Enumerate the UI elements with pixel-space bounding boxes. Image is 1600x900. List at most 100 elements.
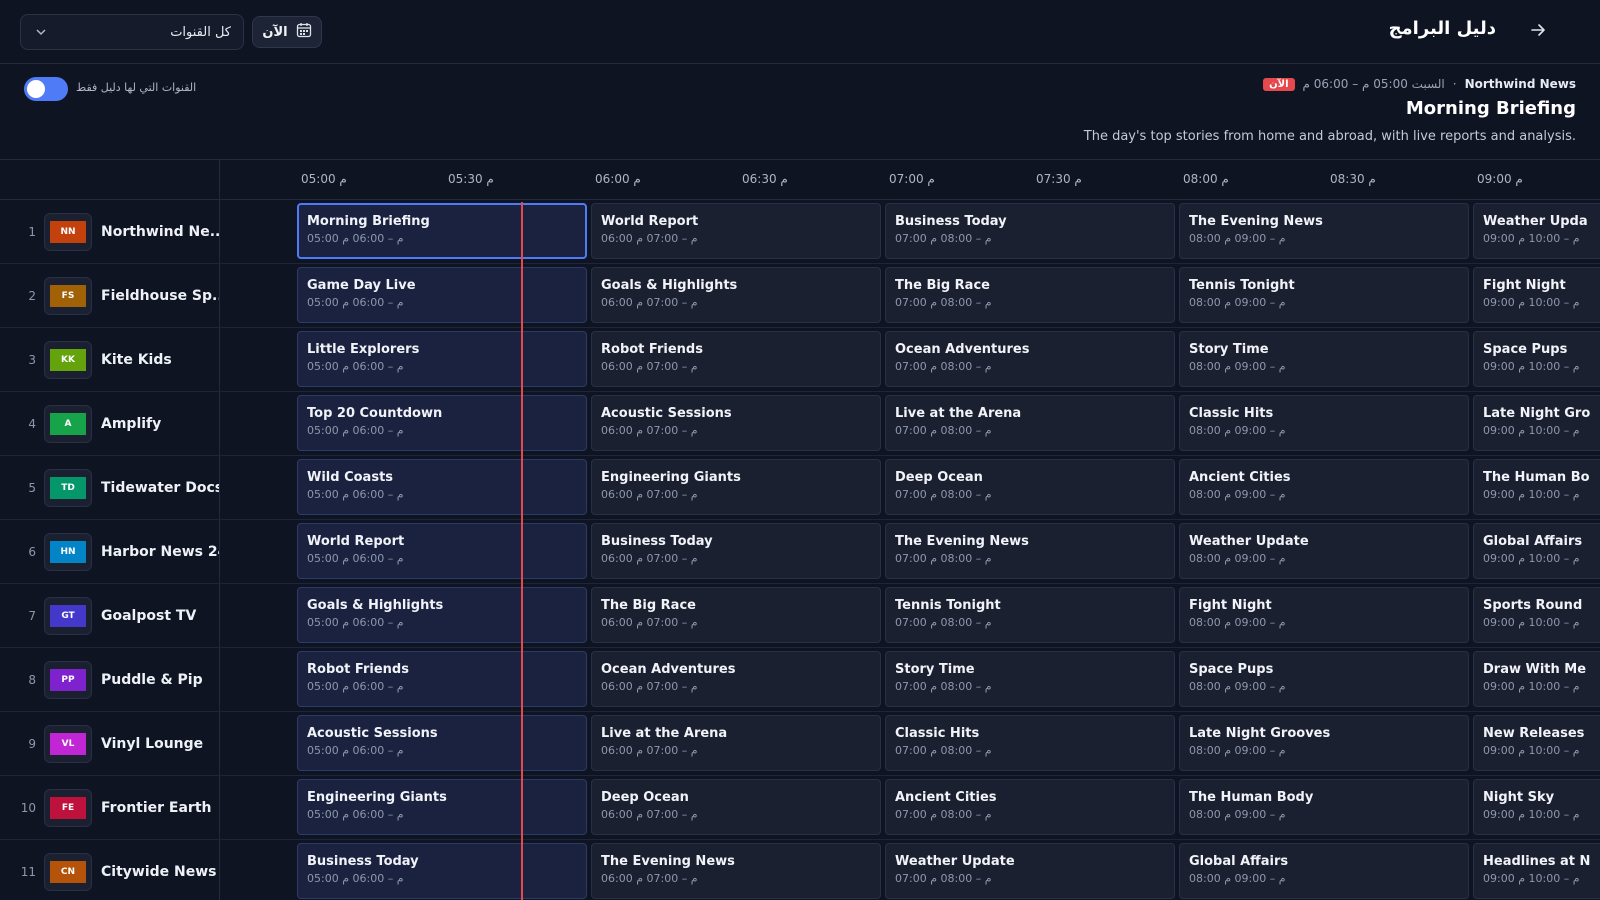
program-cell[interactable]: Weather Update 08:00 م – 09:00 م [1179, 523, 1469, 579]
program-cell[interactable]: Fight Night 08:00 م – 09:00 م [1179, 587, 1469, 643]
program-cell[interactable]: Deep Ocean 07:00 م – 08:00 م [885, 459, 1175, 515]
channel-row[interactable]: 2 FS Fieldhouse Sp... [0, 264, 220, 328]
channel-row[interactable]: 3 KK Kite Kids [0, 328, 220, 392]
program-cell[interactable]: Tennis Tonight 07:00 م – 08:00 م [885, 587, 1175, 643]
program-cell[interactable]: Headlines at N 09:00 م – 10:00 م [1473, 843, 1600, 899]
program-cell[interactable]: Robot Friends 05:00 م – 06:00 م [297, 651, 587, 707]
channel-row[interactable]: 6 HN Harbor News 24 [0, 520, 220, 584]
program-cell[interactable]: Robot Friends 06:00 م – 07:00 م [591, 331, 881, 387]
program-cell[interactable]: Game Day Live 05:00 م – 06:00 م [297, 267, 587, 323]
program-cell-time: 08:00 م – 09:00 م [1189, 552, 1286, 565]
now-button-label: الآن [262, 24, 288, 40]
program-cell[interactable]: Story Time 07:00 م – 08:00 م [885, 651, 1175, 707]
program-cell-title: Goals & Highlights [601, 278, 738, 293]
program-cell[interactable]: Ocean Adventures 07:00 م – 08:00 م [885, 331, 1175, 387]
schedule-row: Engineering Giants 05:00 م – 06:00 م Deep … [220, 776, 1600, 840]
program-cell[interactable]: Space Pups 09:00 م – 10:00 م [1473, 331, 1600, 387]
channel-filter-dropdown[interactable]: كل القنوات [20, 14, 244, 50]
program-cell[interactable]: Acoustic Sessions 06:00 م – 07:00 م [591, 395, 881, 451]
program-cell[interactable]: Ocean Adventures 06:00 م – 07:00 م [591, 651, 881, 707]
schedule-row: Morning Briefing 05:00 م – 06:00 م World R… [220, 200, 1600, 264]
program-cell-time: 05:00 م – 06:00 م [307, 744, 404, 757]
program-cell[interactable]: Business Today 07:00 م – 08:00 م [885, 203, 1175, 259]
program-cell[interactable]: Late Night Grooves 08:00 م – 09:00 م [1179, 715, 1469, 771]
program-cell-time: 09:00 م – 10:00 م [1483, 296, 1580, 309]
channel-row[interactable]: 10 FE Frontier Earth [0, 776, 220, 840]
program-cell[interactable]: Classic Hits 08:00 م – 09:00 م [1179, 395, 1469, 451]
program-cell[interactable]: Engineering Giants 05:00 م – 06:00 م [297, 779, 587, 835]
program-cell[interactable]: Weather Update 07:00 م – 08:00 م [885, 843, 1175, 899]
channel-row[interactable]: 7 GT Goalpost TV [0, 584, 220, 648]
program-cell[interactable]: Sports Round 09:00 م – 10:00 م [1473, 587, 1600, 643]
program-cell[interactable]: Late Night Gro 09:00 م – 10:00 م [1473, 395, 1600, 451]
program-cell[interactable]: The Evening News 07:00 م – 08:00 م [885, 523, 1175, 579]
program-cell[interactable]: Goals & Highlights 05:00 م – 06:00 م [297, 587, 587, 643]
program-cell[interactable]: The Human Bo 09:00 م – 10:00 م [1473, 459, 1600, 515]
program-cell[interactable]: Global Affairs 09:00 م – 10:00 م [1473, 523, 1600, 579]
program-cell[interactable]: Draw With Me 09:00 م – 10:00 م [1473, 651, 1600, 707]
program-cell-title: Ancient Cities [895, 790, 997, 805]
program-cell[interactable]: Acoustic Sessions 05:00 م – 06:00 م [297, 715, 587, 771]
program-cell[interactable]: Business Today 06:00 م – 07:00 م [591, 523, 881, 579]
program-cell[interactable]: Little Explorers 05:00 م – 06:00 م [297, 331, 587, 387]
channel-number: 5 [28, 480, 36, 495]
channel-row[interactable]: 4 A Amplify [0, 392, 220, 456]
program-cell-time: 08:00 م – 09:00 م [1189, 296, 1286, 309]
program-cell[interactable]: Global Affairs 08:00 م – 09:00 م [1179, 843, 1469, 899]
program-cell[interactable]: Weather Upda 09:00 م – 10:00 م [1473, 203, 1600, 259]
program-cell[interactable]: Night Sky 09:00 م – 10:00 م [1473, 779, 1600, 835]
program-title: Morning Briefing [1405, 98, 1576, 119]
program-cell[interactable]: Live at the Arena 07:00 م – 08:00 م [885, 395, 1175, 451]
program-cell-time: 07:00 م – 08:00 م [895, 488, 992, 501]
channel-name: Vinyl Lounge [101, 735, 204, 752]
program-cell[interactable]: Top 20 Countdown 05:00 م – 06:00 م [297, 395, 587, 451]
channel-row[interactable]: 8 PP Puddle & Pip [0, 648, 220, 712]
program-cell[interactable]: The Evening News 08:00 م – 09:00 م [1179, 203, 1469, 259]
program-cell-title: Classic Hits [1189, 406, 1274, 421]
channel-row[interactable]: 11 CN Citywide News [0, 840, 220, 900]
program-cell[interactable]: Morning Briefing 05:00 م – 06:00 م [297, 203, 587, 259]
channel-logo: FS [44, 276, 92, 315]
program-cell[interactable]: Story Time 08:00 م – 09:00 م [1179, 331, 1469, 387]
program-cell[interactable]: New Releases 09:00 م – 10:00 م [1473, 715, 1600, 771]
channel-row[interactable]: 1 NN Northwind Ne... [0, 200, 220, 264]
program-cell[interactable]: Wild Coasts 05:00 م – 06:00 م [297, 459, 587, 515]
program-cell[interactable]: World Report 06:00 م – 07:00 م [591, 203, 881, 259]
program-cell-title: The Big Race [601, 598, 696, 613]
program-cell[interactable]: World Report 05:00 م – 06:00 م [297, 523, 587, 579]
program-cell[interactable]: Classic Hits 07:00 م – 08:00 م [885, 715, 1175, 771]
program-cell-time: 08:00 م – 09:00 م [1189, 488, 1286, 501]
timeline-tick: 08:00 م [1183, 172, 1229, 186]
program-cell-title: The Evening News [895, 534, 1029, 549]
back-button[interactable] [1526, 20, 1550, 44]
current-time-indicator [521, 202, 523, 900]
program-cell[interactable]: Business Today 05:00 م – 06:00 م [297, 843, 587, 899]
channel-row[interactable]: 9 VL Vinyl Lounge [0, 712, 220, 776]
program-cell[interactable]: Space Pups 08:00 م – 09:00 م [1179, 651, 1469, 707]
program-cell-title: The Evening News [601, 854, 735, 869]
program-cell[interactable]: Fight Night 09:00 م – 10:00 م [1473, 267, 1600, 323]
program-cell-time: 06:00 م – 07:00 م [601, 296, 698, 309]
program-cell[interactable]: Ancient Cities 07:00 م – 08:00 م [885, 779, 1175, 835]
program-cell[interactable]: The Big Race 06:00 م – 07:00 م [591, 587, 881, 643]
schedule-row: Little Explorers 05:00 م – 06:00 م Robot F… [220, 328, 1600, 392]
program-cell[interactable]: Live at the Arena 06:00 م – 07:00 م [591, 715, 881, 771]
now-button[interactable]: الآن [252, 16, 322, 48]
timeline-tick: 05:00 م [301, 172, 347, 186]
program-cell[interactable]: Tennis Tonight 08:00 م – 09:00 م [1179, 267, 1469, 323]
program-cell[interactable]: Engineering Giants 06:00 م – 07:00 م [591, 459, 881, 515]
channel-row[interactable]: 5 TD Tidewater Docs [0, 456, 220, 520]
program-cell[interactable]: The Big Race 07:00 م – 08:00 م [885, 267, 1175, 323]
program-cell[interactable]: The Evening News 06:00 م – 07:00 م [591, 843, 881, 899]
guide-only-toggle[interactable] [24, 77, 68, 101]
program-cell[interactable]: The Human Body 08:00 م – 09:00 م [1179, 779, 1469, 835]
channel-logo-mark: VL [50, 732, 86, 755]
program-cell[interactable]: Ancient Cities 08:00 م – 09:00 م [1179, 459, 1469, 515]
channel-name: Amplify [101, 415, 162, 432]
program-cell-title: Headlines at N [1483, 854, 1591, 869]
program-cell-title: Robot Friends [601, 342, 703, 357]
program-cell[interactable]: Goals & Highlights 06:00 م – 07:00 م [591, 267, 881, 323]
meta-separator: · [1452, 77, 1457, 91]
channel-name: Goalpost TV [101, 607, 197, 624]
program-cell[interactable]: Deep Ocean 06:00 م – 07:00 م [591, 779, 881, 835]
